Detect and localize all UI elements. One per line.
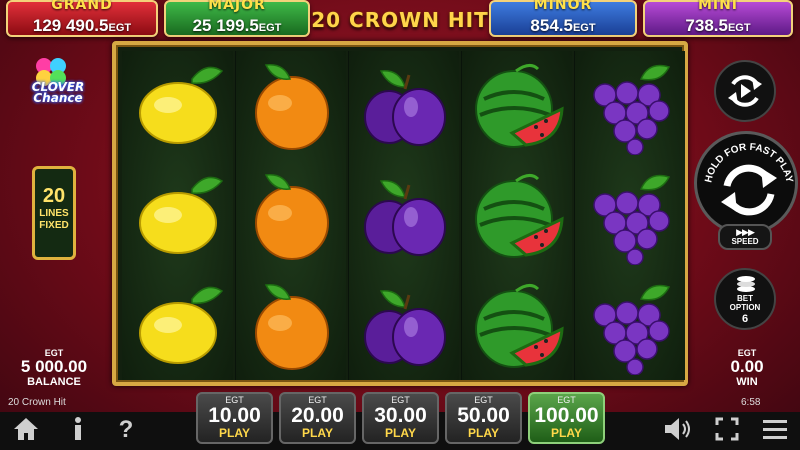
jackpot-mini-value: 738.5EGT [685, 16, 751, 35]
bet-play-label: PLAY [468, 426, 499, 440]
plum-symbol [349, 161, 460, 271]
grapes-symbol [575, 51, 686, 161]
jackpot-minor: MINOR 854.5EGT [489, 0, 637, 37]
svg-text:HOLD FOR FAST PLAY: HOLD FOR FAST PLAY [703, 142, 794, 184]
win-label: WIN [736, 376, 758, 388]
sound-button[interactable] [662, 416, 694, 446]
reel-1 [122, 51, 233, 380]
footer-game-name: 20 Crown Hit [8, 397, 66, 408]
grapes-symbol [575, 271, 686, 381]
balance-display: EGT 5 000.00 BALANCE [6, 348, 102, 388]
bet-play-label: PLAY [385, 426, 416, 440]
watermelon-symbol [462, 271, 573, 381]
menu-icon [763, 420, 787, 439]
bet-option-value: 6 [741, 313, 749, 325]
home-icon [14, 418, 38, 440]
spin-button[interactable]: HOLD FOR FAST PLAY [694, 131, 798, 235]
lemon-symbol [122, 271, 233, 381]
fullscreen-button[interactable] [714, 416, 740, 446]
speed-label: SPEED [731, 237, 759, 246]
help-icon: ? [118, 416, 134, 443]
bet-button-5[interactable]: EGT 100.00 PLAY [528, 392, 605, 444]
orange-symbol [236, 161, 347, 271]
win-display: EGT 0.00 WIN [700, 348, 794, 388]
jackpot-major-value: 25 199.5EGT [192, 16, 282, 35]
balance-label: BALANCE [27, 376, 81, 388]
jackpot-mini: MINI 738.5EGT [643, 0, 793, 37]
lines-label: LINES [39, 208, 69, 219]
lines-count: 20 [42, 185, 66, 207]
watermelon-symbol [462, 51, 573, 161]
autoplay-button[interactable] [714, 60, 776, 122]
reel-5 [574, 51, 685, 380]
home-button[interactable] [10, 416, 42, 446]
jackpot-major: MAJOR 25 199.5EGT [164, 0, 310, 37]
reels-area [112, 41, 688, 386]
grapes-symbol [575, 161, 686, 271]
reel-3 [348, 51, 459, 380]
bet-option-button[interactable]: BET OPTION 6 [714, 268, 776, 330]
lines-indicator: 20 LINES FIXED [32, 166, 76, 260]
bet-amount: 50.00 [457, 404, 510, 427]
jackpot-minor-name: MINOR [533, 0, 593, 13]
lemon-symbol [122, 161, 233, 271]
speed-button[interactable]: ▶▶▶ SPEED [718, 224, 772, 250]
orange-symbol [236, 271, 347, 381]
bet-button-1[interactable]: EGT 10.00 PLAY [196, 392, 273, 444]
win-amount: 0.00 [730, 357, 764, 376]
reel-4 [461, 51, 572, 380]
bet-button-4[interactable]: EGT 50.00 PLAY [445, 392, 522, 444]
bet-amount: 100.00 [534, 404, 599, 427]
lines-fixed-label: FIXED [39, 220, 69, 231]
jackpot-mini-name: MINI [697, 0, 739, 13]
lemon-symbol [122, 51, 233, 161]
jackpot-major-name: MAJOR [208, 0, 266, 13]
spin-label: HOLD FOR FAST PLAY [703, 142, 795, 216]
orange-symbol [236, 51, 347, 161]
bet-amount: 10.00 [208, 404, 261, 427]
bet-button-3[interactable]: EGT 30.00 PLAY [362, 392, 439, 444]
bet-option-label: BET OPTION [729, 294, 761, 312]
jackpot-grand: GRAND 129 490.5EGT [6, 0, 158, 37]
info-icon [75, 417, 81, 440]
game-title: 20 CROWN HIT [311, 8, 489, 32]
clock: 6:58 [741, 397, 761, 408]
menu-button[interactable] [760, 416, 790, 446]
clover-chance-text: CLOVER Chance [31, 80, 85, 105]
coins-icon [737, 276, 755, 292]
bet-play-label: PLAY [551, 426, 582, 440]
reel-2 [235, 51, 346, 380]
autoplay-icon [728, 75, 762, 107]
speed-icon: ▶▶▶ [736, 227, 755, 237]
clover-chance-logo: CLOVER Chance [14, 52, 90, 114]
speaker-icon [665, 418, 690, 440]
bet-amount: 30.00 [374, 404, 427, 427]
plum-symbol [349, 51, 460, 161]
info-button[interactable] [66, 416, 90, 446]
bet-play-label: PLAY [302, 426, 333, 440]
bet-button-2[interactable]: EGT 20.00 PLAY [279, 392, 356, 444]
balance-amount: 5 000.00 [20, 357, 88, 376]
fullscreen-icon [715, 417, 739, 441]
bet-amount: 20.00 [291, 404, 344, 427]
jackpot-minor-value: 854.5EGT [530, 16, 596, 35]
jackpot-grand-name: GRAND [51, 0, 113, 13]
plum-symbol [349, 271, 460, 381]
jackpot-grand-value: 129 490.5EGT [32, 16, 132, 35]
help-button[interactable]: ? [114, 416, 138, 446]
bet-play-label: PLAY [219, 426, 250, 440]
watermelon-symbol [462, 161, 573, 271]
